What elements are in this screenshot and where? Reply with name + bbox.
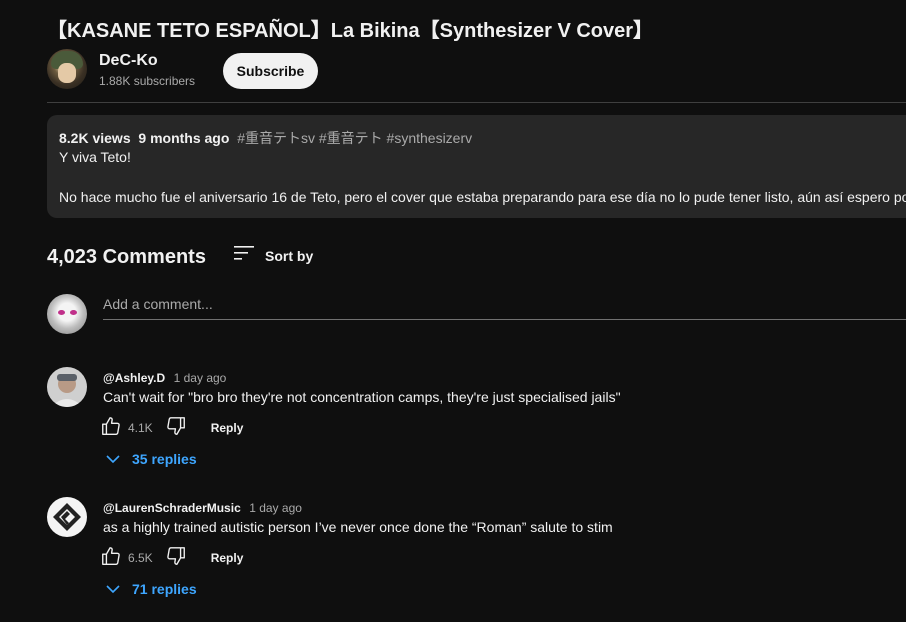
- commenter-avatar[interactable]: [47, 367, 87, 407]
- comment-author[interactable]: @Ashley.D: [103, 371, 165, 385]
- thumbs-down-icon[interactable]: [165, 415, 187, 442]
- thumbs-up-icon[interactable]: [100, 545, 122, 572]
- thumbs-down-icon[interactable]: [165, 545, 187, 572]
- like-count: 6.5K: [128, 551, 153, 565]
- chevron-down-icon: [106, 581, 120, 597]
- view-replies-button[interactable]: 35 replies: [106, 451, 197, 467]
- description-line: No hace mucho fue el aniversario 16 de T…: [59, 189, 906, 205]
- comment-actions: 6.5K Reply: [100, 545, 244, 572]
- comment-text: as a highly trained autistic person I’ve…: [103, 519, 613, 535]
- subscribe-button[interactable]: Subscribe: [223, 53, 318, 89]
- description-line: Y viva Teto!: [59, 149, 131, 165]
- add-comment-underline: [103, 319, 906, 320]
- replies-count: 35 replies: [132, 451, 197, 467]
- channel-avatar[interactable]: [47, 49, 87, 89]
- view-count: 8.2K views: [59, 130, 131, 146]
- replies-count: 71 replies: [132, 581, 197, 597]
- sort-label: Sort by: [265, 247, 314, 264]
- upload-age: 9 months ago: [138, 130, 230, 146]
- description-meta: 8.2K views 9 months ago #重音テトsv #重音テト #s…: [59, 128, 472, 148]
- commenter-avatar[interactable]: [47, 497, 87, 537]
- reply-button[interactable]: Reply: [211, 421, 244, 435]
- thumbs-up-icon[interactable]: [100, 415, 122, 442]
- subscriber-count: 1.88K subscribers: [99, 74, 196, 88]
- chevron-down-icon: [106, 451, 120, 467]
- like-count: 4.1K: [128, 421, 153, 435]
- video-title: 【KASANE TETO ESPAÑOL】La Bikina【Synthesiz…: [47, 20, 654, 42]
- hashtags[interactable]: #重音テトsv #重音テト #synthesizerv: [237, 130, 472, 146]
- add-comment-input[interactable]: Add a comment...: [103, 296, 906, 312]
- comment-actions: 4.1K Reply: [100, 415, 244, 442]
- sort-icon: [233, 244, 255, 267]
- comments-count: 4,023 Comments: [47, 246, 206, 268]
- comment-author[interactable]: @LaurenSchraderMusic: [103, 501, 241, 515]
- comment-time[interactable]: 1 day ago: [249, 501, 302, 515]
- sort-button[interactable]: Sort by: [233, 244, 313, 267]
- user-avatar: [47, 294, 87, 334]
- description-box[interactable]: 8.2K views 9 months ago #重音テトsv #重音テト #s…: [47, 115, 906, 218]
- comment-time[interactable]: 1 day ago: [174, 371, 227, 385]
- reply-button[interactable]: Reply: [211, 551, 244, 565]
- view-replies-button[interactable]: 71 replies: [106, 581, 197, 597]
- channel-name[interactable]: DeC-Ko: [99, 52, 158, 70]
- comment-text: Can't wait for "bro bro they're not conc…: [103, 389, 621, 405]
- divider: [47, 102, 906, 103]
